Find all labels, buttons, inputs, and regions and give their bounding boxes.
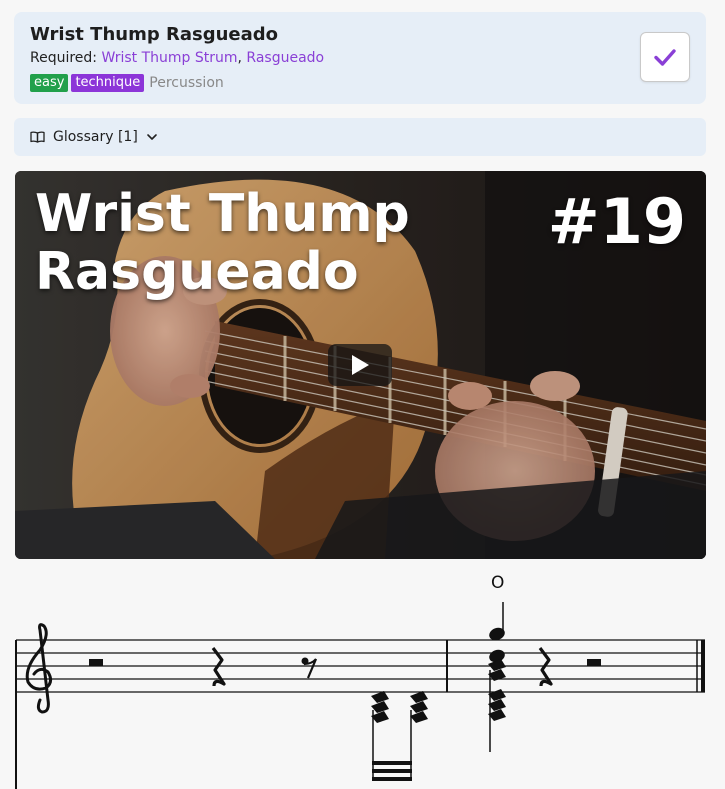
half-rest-2 [587, 659, 601, 666]
required-label: Required: [30, 50, 98, 66]
video-title: Wrist Thump Rasgueado [35, 185, 455, 301]
half-rest [89, 659, 103, 666]
glossary-toggle[interactable]: Glossary [1] [14, 118, 706, 156]
quarter-rest-2 [538, 647, 553, 687]
required-lessons: Required: Wrist Thump Strum, Rasgueado [30, 50, 324, 66]
required-link-wrist-thump-strum[interactable]: Wrist Thump Strum [101, 50, 237, 66]
video-title-line-1: Wrist Thump [35, 184, 410, 244]
play-icon [352, 355, 369, 375]
treble-clef [25, 623, 53, 714]
eighth-rest [301, 657, 318, 679]
difficulty-tag[interactable]: easy [30, 74, 69, 92]
open-string-marker: O [491, 573, 504, 593]
glossary-label: Glossary [1] [53, 129, 138, 145]
lesson-title: Wrist Thump Rasgueado [30, 24, 279, 45]
book-icon [30, 131, 45, 143]
video-title-line-2: Rasgueado [35, 242, 359, 302]
staff-lines [16, 639, 705, 693]
chevron-down-icon [146, 133, 158, 141]
complete-button[interactable] [640, 32, 690, 82]
final-bar-thick [701, 640, 705, 692]
video-player[interactable]: Wrist Thump Rasgueado #19 [15, 171, 706, 559]
lesson-tags: easy technique Percussion [30, 74, 224, 92]
check-icon [654, 49, 676, 66]
quarter-chord [488, 602, 506, 752]
lesson-number: #19 [547, 185, 686, 258]
category-label: Percussion [149, 75, 224, 91]
required-link-rasgueado[interactable]: Rasgueado [246, 50, 324, 66]
sixteenth-chords [371, 691, 428, 781]
play-button[interactable] [328, 344, 392, 386]
quarter-rest [211, 647, 226, 687]
type-tag[interactable]: technique [71, 74, 145, 92]
lesson-header-card: Wrist Thump Rasgueado Required: Wrist Th… [14, 12, 706, 104]
required-separator: , [237, 50, 242, 66]
music-notation: O [15, 573, 705, 789]
